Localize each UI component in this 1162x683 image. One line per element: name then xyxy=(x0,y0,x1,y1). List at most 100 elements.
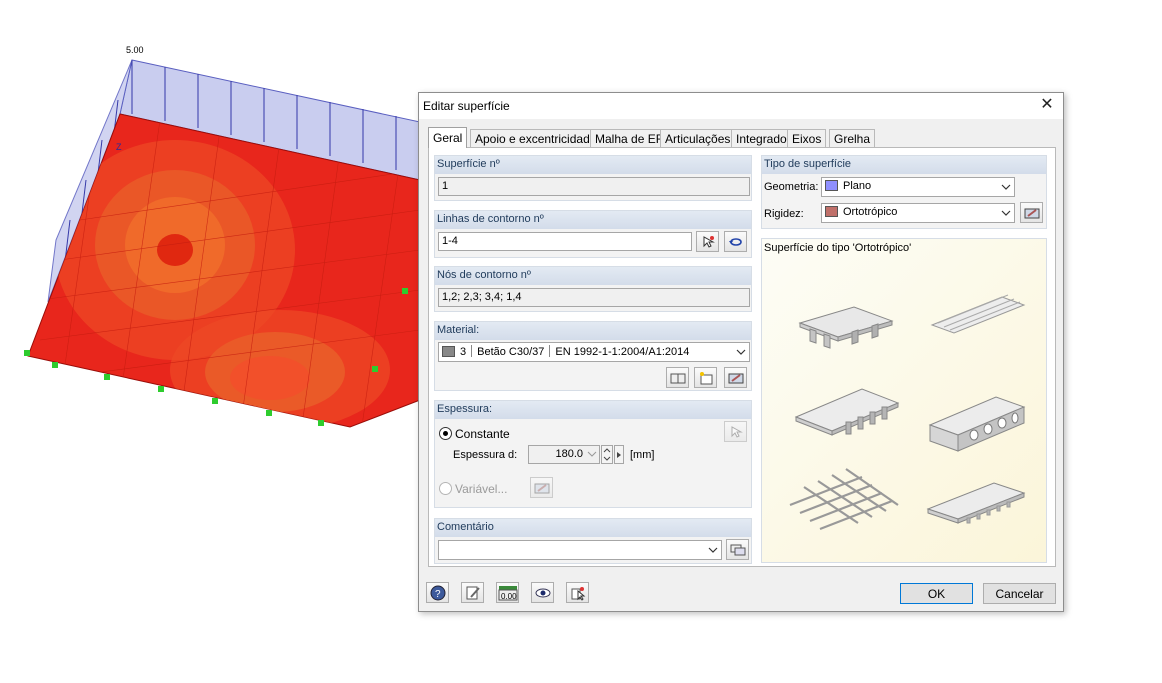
material-label: Material: xyxy=(435,322,751,340)
model-viewport[interactable]: Z 5.00 xyxy=(0,0,430,460)
slab-with-ribs-illustration xyxy=(794,388,900,436)
loop-arrow-icon xyxy=(728,237,742,246)
close-icon[interactable]: ✕ xyxy=(1037,95,1057,115)
boundary-nodes-group: Nós de contorno nº 1,2; 2,3; 3,4; 1,4 xyxy=(434,266,752,312)
edit-dialog-icon xyxy=(1024,208,1039,218)
corrugated-slab-illustration xyxy=(930,294,1026,334)
comment-label: Comentário xyxy=(435,519,751,537)
orthotropic-types-illustration xyxy=(789,294,1026,531)
pick-lines-button[interactable] xyxy=(696,231,719,252)
variable-label: Variável... xyxy=(455,482,508,496)
surface-number-field: 1 xyxy=(438,177,750,196)
edit-stiffness-button[interactable] xyxy=(1020,202,1043,223)
decimal-icon: 0.00 xyxy=(498,585,517,601)
tab-geral[interactable]: Geral xyxy=(428,127,468,148)
boundary-nodes-label: Nós de contorno nº xyxy=(435,267,751,285)
orthotropic-preview: Superfície do tipo 'Ortotrópico' xyxy=(761,238,1047,563)
tab-eixos[interactable]: Eixos xyxy=(787,129,827,147)
edit-dialog-icon xyxy=(728,373,743,383)
variable-thickness-button[interactable] xyxy=(530,477,553,498)
thickness-d-label: Espessura d: xyxy=(453,449,518,461)
comment-library-button[interactable] xyxy=(726,539,749,560)
new-item-icon xyxy=(699,371,712,384)
view-icon xyxy=(535,588,550,597)
tab-integrado[interactable]: Integrado xyxy=(731,129,792,147)
surface-number-group: Superfície nº 1 xyxy=(434,155,752,201)
thickness-unit: [mm] xyxy=(630,449,655,461)
hollow-core-slab-illustration xyxy=(928,396,1026,452)
chevron-right-icon xyxy=(617,452,621,458)
material-select[interactable]: 3 Betão C30/37 EN 1992-1-1:2004/A1:2014 xyxy=(438,342,750,362)
material-color-swatch xyxy=(442,346,455,357)
cancel-button[interactable]: Cancelar xyxy=(983,583,1056,604)
stiffness-color-swatch xyxy=(825,206,838,217)
help-icon: ? xyxy=(430,585,445,600)
surface-results-graphic: Z xyxy=(24,59,421,428)
thin-ribbed-slab-illustration xyxy=(926,482,1026,524)
geometry-value: Plano xyxy=(843,180,872,192)
edit-icon xyxy=(466,586,480,599)
reverse-lines-button[interactable] xyxy=(724,231,747,252)
thickness-pick-button[interactable] xyxy=(724,421,747,442)
comment-group: Comentário xyxy=(434,518,752,564)
stiffness-select[interactable]: Ortotrópico xyxy=(821,203,1015,223)
constant-radio[interactable] xyxy=(439,427,452,440)
boundary-lines-input[interactable]: 1-4 xyxy=(438,232,692,251)
svg-text:0.00: 0.00 xyxy=(501,592,517,601)
boundary-lines-group: Linhas de contorno nº 1-4 xyxy=(434,210,752,258)
ok-button[interactable]: OK xyxy=(900,583,973,604)
load-value-label: 5.00 xyxy=(126,45,144,55)
stiffness-label: Rigidez: xyxy=(764,208,804,220)
chevron-down-icon xyxy=(1001,210,1011,216)
edit-button[interactable] xyxy=(461,582,484,603)
select-icon xyxy=(571,586,585,601)
dialog-titlebar: Editar superfície ✕ xyxy=(419,93,1063,119)
thickness-group: Espessura: Constante Espessura d: 180.0 … xyxy=(434,400,752,508)
material-group: Material: 3 Betão C30/37 EN 1992-1-1:2004/… xyxy=(434,321,752,391)
axis-label: Z xyxy=(116,142,122,152)
svg-text:?: ? xyxy=(435,589,441,600)
grid-slab-illustration xyxy=(789,468,899,531)
pick-cursor-icon xyxy=(703,235,715,248)
ribbed-slab-illustration xyxy=(798,306,894,349)
thickness-spinner[interactable] xyxy=(601,445,613,464)
edit-material-button[interactable] xyxy=(724,367,747,388)
geometry-label: Geometria: xyxy=(764,181,819,193)
new-material-button[interactable] xyxy=(694,367,717,388)
material-standard: EN 1992-1-1:2004/A1:2014 xyxy=(555,346,690,358)
spinner-arrows-icon xyxy=(603,448,611,461)
tab-articulacoes[interactable]: Articulações xyxy=(660,129,736,147)
surface-number-label: Superfície nº xyxy=(435,156,751,174)
surface-type-group: Tipo de superfície Geometria: Plano Rigi… xyxy=(761,155,1047,229)
tab-malha-ef[interactable]: Malha de EF xyxy=(590,129,669,147)
stiffness-value: Ortotrópico xyxy=(843,206,898,218)
select-button[interactable] xyxy=(566,582,589,603)
boundary-lines-label: Linhas de contorno nº xyxy=(435,211,751,229)
material-number: 3 xyxy=(460,346,467,358)
thickness-label: Espessura: xyxy=(435,401,751,419)
variable-radio[interactable] xyxy=(439,482,452,495)
boundary-nodes-field: 1,2; 2,3; 3,4; 1,4 xyxy=(438,288,750,307)
tab-grelha[interactable]: Grelha xyxy=(829,129,876,147)
thickness-step-button[interactable] xyxy=(614,445,624,464)
surface-type-label: Tipo de superfície xyxy=(762,156,1046,174)
geometry-color-swatch xyxy=(825,180,838,191)
tab-apoio-excentricidade[interactable]: Apoio e excentricidade xyxy=(470,129,602,147)
comment-input[interactable] xyxy=(438,540,722,560)
copy-icon xyxy=(730,544,745,555)
geometry-select[interactable]: Plano xyxy=(821,177,1015,197)
view-button[interactable] xyxy=(531,582,554,603)
chevron-down-icon[interactable] xyxy=(587,449,597,459)
dialog-title: Editar superfície xyxy=(423,99,510,113)
decimal-button[interactable]: 0.00 xyxy=(496,582,519,603)
chevron-down-icon xyxy=(708,547,718,553)
edit-dialog-icon xyxy=(534,483,549,493)
material-name: Betão C30/37 xyxy=(477,346,545,358)
chevron-down-icon xyxy=(736,349,746,355)
pick-cursor-icon xyxy=(731,425,743,438)
constant-label: Constante xyxy=(455,427,510,441)
material-library-button[interactable] xyxy=(666,367,689,388)
preview-title: Superfície do tipo 'Ortotrópico' xyxy=(764,242,912,254)
chevron-down-icon xyxy=(1001,184,1011,190)
help-button[interactable]: ? xyxy=(426,582,449,603)
